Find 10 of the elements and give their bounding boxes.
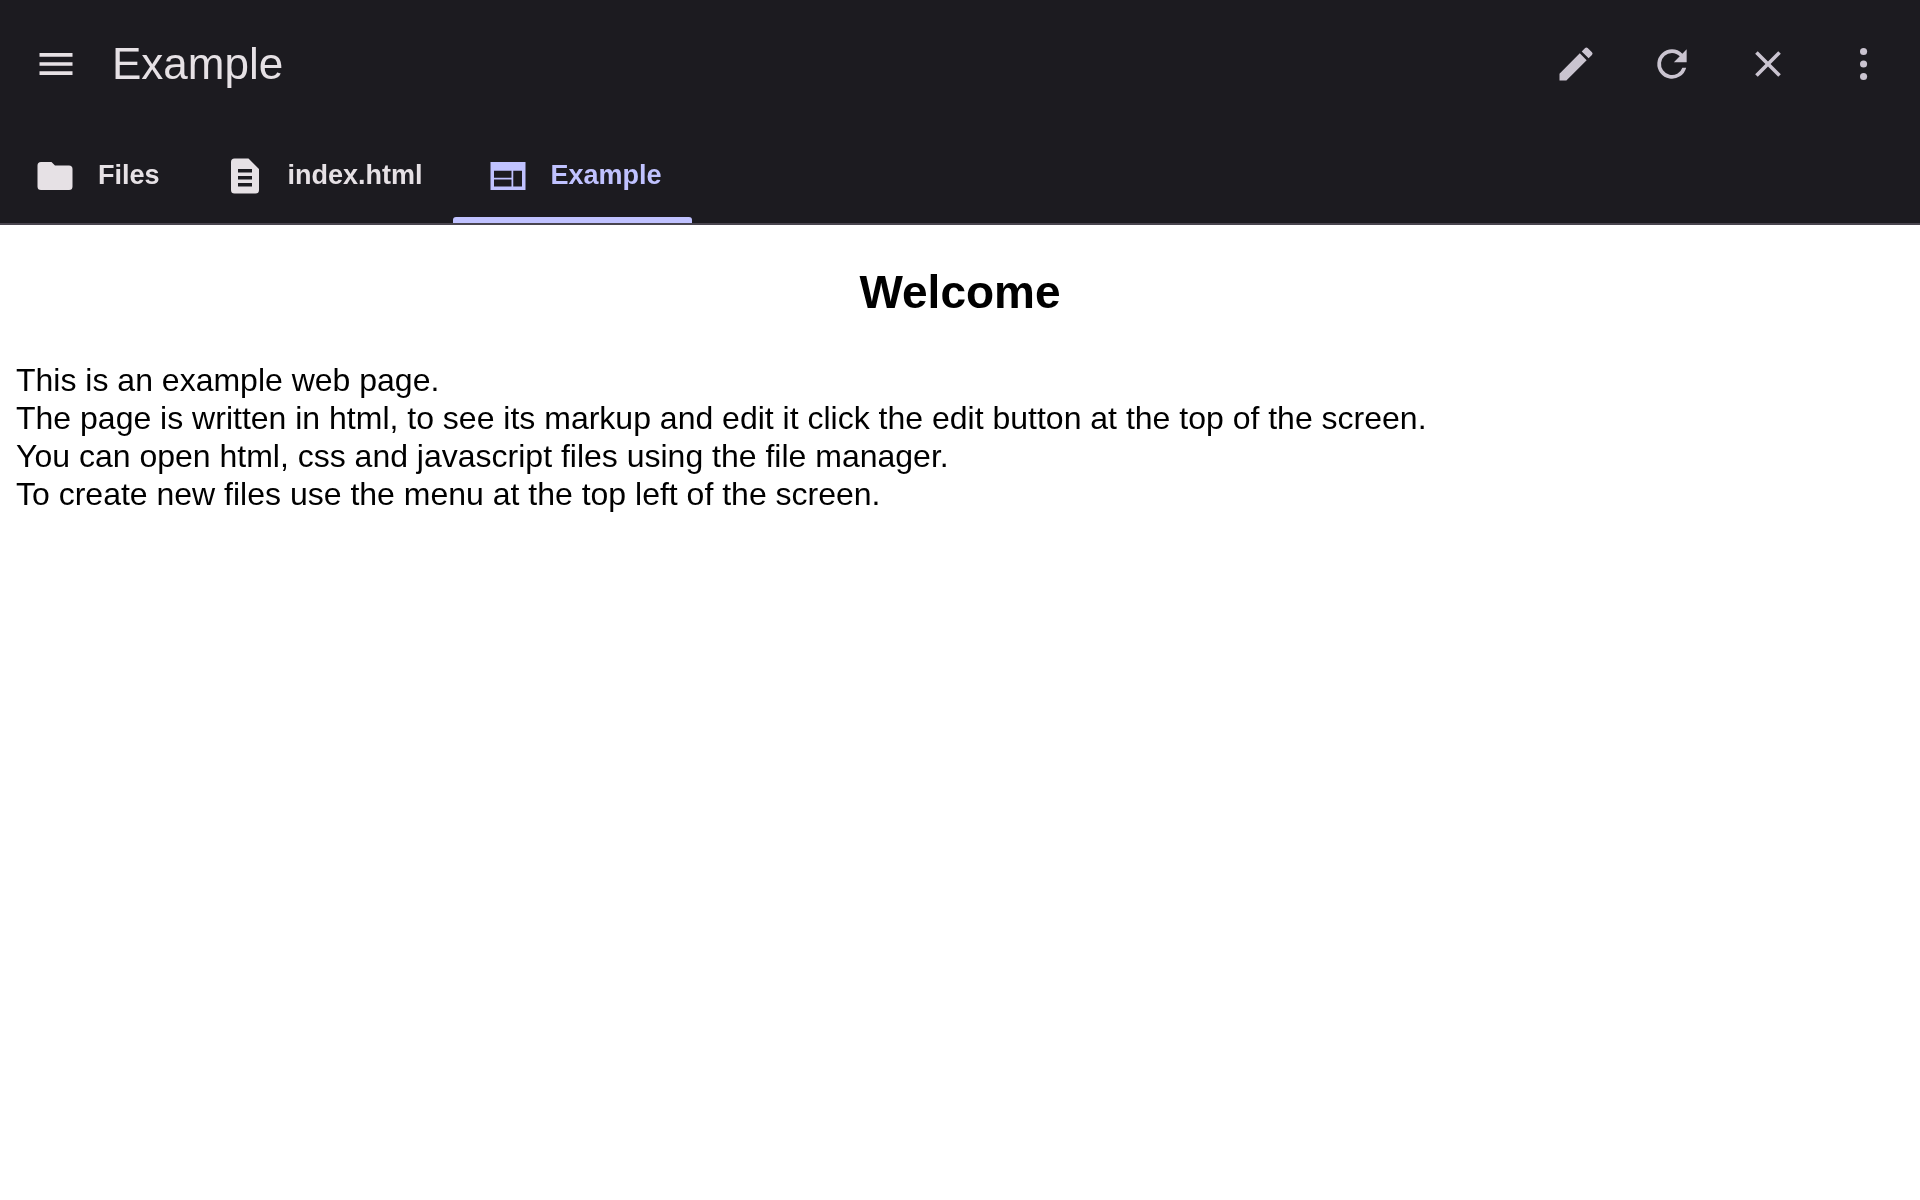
body-text: The page is written in html, to see its markup and edit it click the edit button at the top of the screen. <box>16 399 1428 437</box>
tab[interactable]: Example <box>452 128 692 223</box>
body-text: You can open html, css and javascript files using the file manager. <box>16 437 950 475</box>
body-text: To create new files use the menu at the top left of the screen. <box>16 475 882 513</box>
page-heading: Welcome <box>858 265 1062 319</box>
more-icon <box>1860 48 1868 80</box>
app-title: Example <box>112 39 285 89</box>
tab[interactable]: index.html <box>189 128 453 223</box>
tab[interactable]: Files <box>0 128 190 223</box>
body-text: This is an example web page. <box>16 361 441 399</box>
